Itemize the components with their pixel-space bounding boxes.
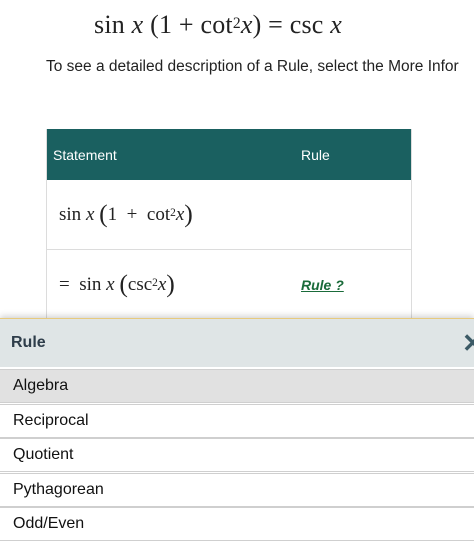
- header-rule: Rule: [301, 146, 330, 163]
- statement-cell: = sin x (csc2x): [59, 268, 175, 298]
- table-row: = sin x (csc2x) Rule ?: [47, 250, 411, 320]
- rule-option-pythagorean[interactable]: Pythagorean: [0, 472, 474, 507]
- cot-function: cot: [200, 10, 233, 39]
- steps-table: Statement Rule sin x (1 + cot2x) = sin x…: [46, 129, 412, 321]
- variable-x: x: [131, 10, 144, 39]
- table-header: Statement Rule: [47, 129, 411, 180]
- rule-select-link[interactable]: Rule ?: [301, 277, 344, 293]
- statement-cell: sin x (1 + cot2x): [59, 198, 193, 228]
- problem-equation: sin x (1 + cot2x) = csc x: [94, 10, 342, 39]
- plus-sign: +: [178, 10, 194, 39]
- rule-cell: Rule ?: [301, 277, 344, 293]
- rule-option-odd-even[interactable]: Odd/Even: [0, 507, 474, 541]
- rule-panel-header: Rule ✕: [0, 319, 474, 367]
- rule-list: Algebra Reciprocal Quotient Pythagorean …: [0, 369, 474, 541]
- close-icon[interactable]: ✕: [462, 328, 474, 358]
- csc-function: csc: [289, 10, 324, 39]
- rule-panel: Rule ✕ Algebra Reciprocal Quotient Pytha…: [0, 318, 474, 558]
- rule-option-reciprocal[interactable]: Reciprocal: [0, 403, 474, 438]
- rule-panel-title: Rule: [11, 334, 46, 351]
- variable-x: x: [240, 10, 253, 39]
- exponent: 2: [232, 14, 241, 32]
- sin-function: sin: [94, 10, 125, 39]
- instruction-text: To see a detailed description of a Rule,…: [46, 58, 459, 75]
- rule-option-algebra[interactable]: Algebra: [0, 369, 474, 403]
- one: 1: [158, 10, 173, 39]
- variable-x: x: [330, 10, 342, 39]
- header-statement: Statement: [53, 146, 117, 163]
- equals-sign: =: [268, 10, 284, 39]
- rule-option-quotient[interactable]: Quotient: [0, 438, 474, 472]
- table-row: sin x (1 + cot2x): [47, 180, 411, 250]
